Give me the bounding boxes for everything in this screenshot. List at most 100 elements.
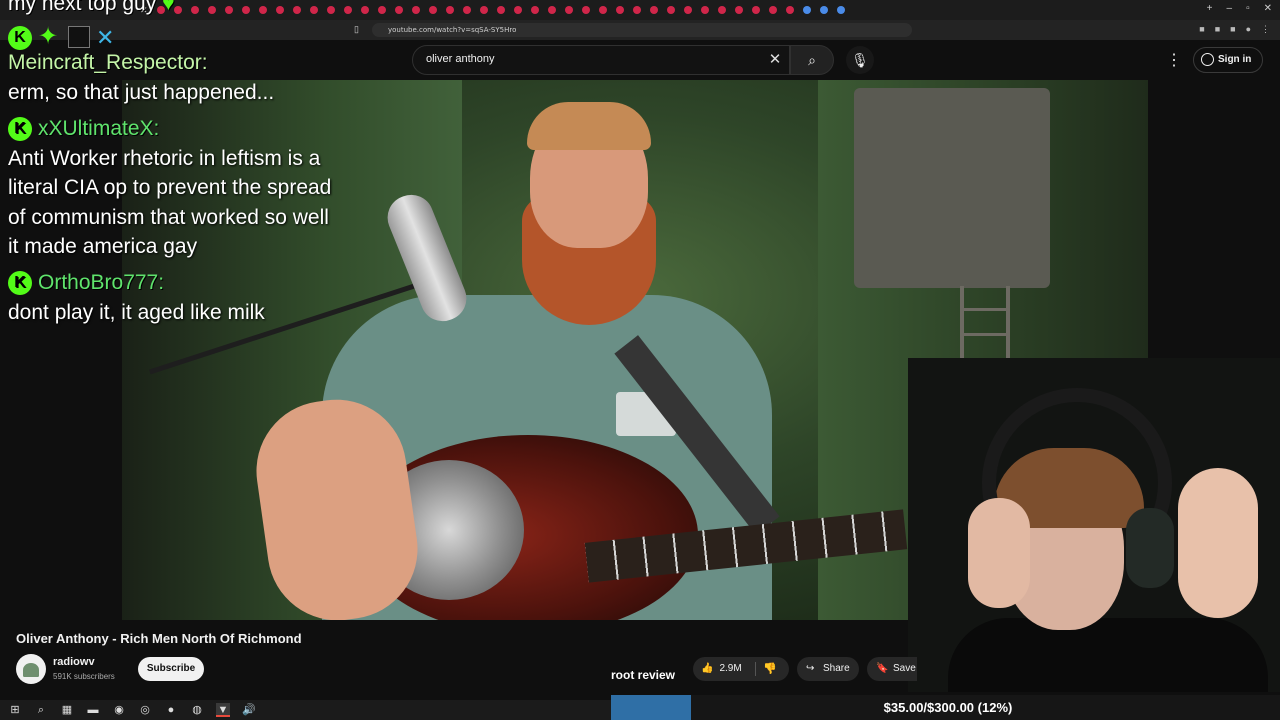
url-field[interactable]: youtube.com/watch?v=sqSA-SY5Hro [372, 23, 912, 37]
chat-username: K OrthoBro777: [8, 268, 338, 298]
search-input[interactable]: oliver anthony [426, 53, 495, 65]
tab-favicon[interactable] [207, 6, 216, 14]
window-controls: + – ▫ ✕ [1207, 3, 1272, 14]
close-window-icon[interactable]: ✕ [1264, 3, 1272, 14]
tab-favicon[interactable] [615, 6, 624, 14]
channel-name[interactable]: radiowv [53, 656, 95, 668]
more-vert-icon[interactable]: ⋮ [1166, 50, 1182, 70]
headset-earcup [1126, 508, 1174, 588]
chat-top-text: my next top guy [8, 0, 157, 15]
webcam-hand [1178, 468, 1258, 618]
tab-favicon[interactable] [751, 6, 760, 14]
tab-favicon[interactable] [666, 6, 675, 14]
new-tab-icon[interactable]: + [1207, 3, 1213, 14]
tab-favicon[interactable] [564, 6, 573, 14]
chat-username-text: xXUltimateX: [38, 116, 160, 140]
tab-favicon[interactable] [581, 6, 590, 14]
tab-favicon[interactable] [241, 6, 250, 14]
tab-favicon[interactable] [734, 6, 743, 14]
tab-favicon[interactable] [785, 6, 794, 14]
webcam-hand [968, 498, 1030, 608]
chat-top-line: my next top guy ♥ [8, 0, 175, 16]
close-icon[interactable]: ✕ [765, 50, 785, 70]
voice-search-button[interactable]: 🎙 [846, 46, 874, 74]
like-dislike-group: 👍 2.9M 👎 [693, 657, 789, 681]
tab-favicon[interactable] [649, 6, 658, 14]
search-icon[interactable]: ⌕ [34, 703, 48, 717]
task-view-icon[interactable]: ▦ [60, 703, 74, 717]
channel-avatar[interactable] [16, 654, 46, 684]
share-icon: ↪ [806, 663, 815, 674]
tab-favicon[interactable] [836, 6, 845, 14]
webcam-shirt [948, 618, 1268, 692]
dislike-button[interactable]: 👎 [763, 657, 777, 681]
file-explorer-icon[interactable]: ▬ [86, 703, 100, 717]
thumbs-up-icon: 👍 [701, 663, 714, 674]
tab-favicon[interactable] [445, 6, 454, 14]
chrome-icon[interactable]: ● [164, 703, 178, 717]
app-icon[interactable]: ◍ [190, 703, 204, 717]
stream-screen: ✕ + – ▫ ✕ ▯ youtube.com/watch?v=sqSA-SY5… [0, 0, 1280, 720]
extension-icon[interactable]: ■ [1215, 24, 1220, 35]
tab-favicon[interactable] [819, 6, 828, 14]
brave-icon[interactable]: ▼ [216, 703, 230, 717]
kick-badge-icon: K [8, 270, 32, 295]
tab-favicon[interactable] [411, 6, 420, 14]
app-icon[interactable]: ◎ [138, 703, 152, 717]
extension-icon[interactable]: ■ [1230, 24, 1235, 35]
tab-favicon[interactable] [326, 6, 335, 14]
webcam-feed [908, 358, 1280, 692]
tab-favicon[interactable] [632, 6, 641, 14]
extension-icon[interactable]: ■ [1199, 24, 1204, 35]
tab-favicon[interactable] [717, 6, 726, 14]
kick-badge-icon: K [8, 116, 32, 141]
like-button[interactable]: 👍 2.9M [701, 657, 742, 681]
tab-favicon[interactable] [428, 6, 437, 14]
tab-favicon[interactable] [292, 6, 301, 14]
share-button[interactable]: ↪ Share [797, 657, 859, 681]
bookmark-icon: 🔖 [876, 663, 889, 674]
tab-favicon[interactable] [802, 6, 811, 14]
search-box[interactable]: oliver anthony ✕ [412, 45, 790, 75]
tab-favicon[interactable] [598, 6, 607, 14]
subscriber-count: 591K subscribers [53, 672, 115, 681]
app-icon[interactable]: ◉ [112, 703, 126, 717]
sparkle-icon: ✦ [38, 23, 59, 50]
subscribe-button[interactable]: Subscribe [138, 657, 204, 681]
tab-favicon[interactable] [479, 6, 488, 14]
search-button[interactable]: ⌕ [790, 45, 834, 75]
tab-favicon[interactable] [513, 6, 522, 14]
save-button[interactable]: 🔖 Save [867, 657, 917, 681]
tab-favicon[interactable] [258, 6, 267, 14]
tab-favicon[interactable] [530, 6, 539, 14]
heart-icon: ♥ [162, 0, 175, 15]
tab-favicon[interactable] [190, 6, 199, 14]
maximize-icon[interactable]: ▫ [1246, 3, 1250, 14]
tab-favicon[interactable] [496, 6, 505, 14]
tab-favicon[interactable] [224, 6, 233, 14]
tab-favicon[interactable] [700, 6, 709, 14]
tab-favicon[interactable] [683, 6, 692, 14]
like-count: 2.9M [719, 663, 742, 674]
mic-icon: 🎙 [851, 52, 869, 68]
windows-start-icon[interactable]: ⊞ [8, 703, 22, 717]
tab-favicon[interactable] [343, 6, 352, 14]
sign-in-button[interactable]: Sign in [1193, 47, 1263, 73]
chat-username: Meincraft_Respector: [8, 48, 338, 78]
tab-favicon[interactable] [768, 6, 777, 14]
minimize-icon[interactable]: – [1227, 3, 1233, 14]
bookmark-page-icon[interactable]: ▯ [354, 24, 359, 35]
tab-favicon[interactable] [360, 6, 369, 14]
tab-favicon[interactable] [547, 6, 556, 14]
volume-icon[interactable]: 🔊 [242, 703, 256, 717]
tab-favicon[interactable] [309, 6, 318, 14]
tab-favicon[interactable] [462, 6, 471, 14]
menu-icon[interactable]: ⋮ [1261, 24, 1270, 35]
donation-goal-text: $35.00/$300.00 (12%) [883, 700, 1013, 715]
chat-message: dont play it, it aged like milk [8, 300, 265, 324]
tab-favicon[interactable] [275, 6, 284, 14]
tab-favicon[interactable] [394, 6, 403, 14]
profile-icon[interactable]: ● [1246, 24, 1251, 35]
tab-favicon[interactable] [377, 6, 386, 14]
search-icon: ⌕ [808, 52, 816, 68]
